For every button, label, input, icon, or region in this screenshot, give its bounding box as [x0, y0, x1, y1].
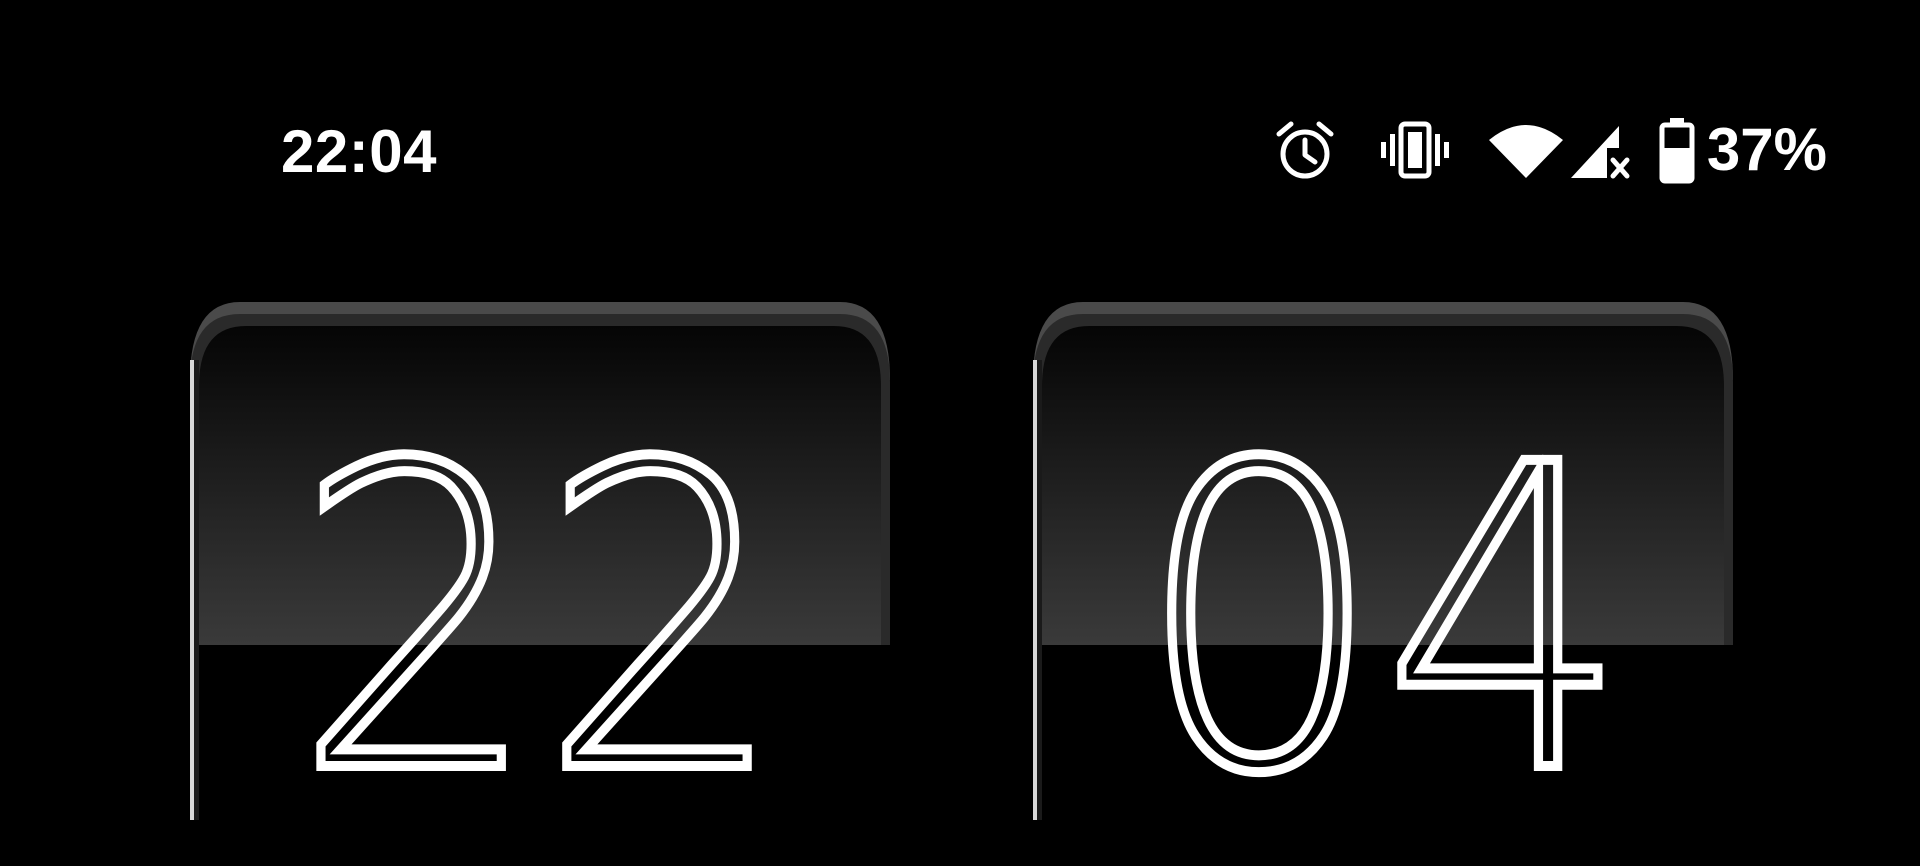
minutes-text: 04: [1133, 377, 1634, 866]
minutes-digits: 04: [1061, 300, 1705, 837]
status-bar-time: 22:04: [281, 118, 437, 185]
alarm-icon: [1273, 118, 1337, 182]
signal-icon: [1567, 118, 1631, 182]
hours-digits: 22: [218, 300, 862, 837]
status-bar: 22:04 37%: [0, 0, 1920, 300]
hours-text: 22: [290, 377, 791, 866]
status-icons: 37%: [1273, 108, 1827, 192]
minutes-flip-card: 04: [1033, 300, 1733, 837]
vibrate-icon: [1379, 118, 1451, 182]
battery-percent: 37%: [1706, 116, 1827, 183]
hours-flip-card: 22: [190, 300, 890, 837]
battery-icon: [1657, 116, 1697, 184]
wifi-icon: [1487, 118, 1565, 182]
